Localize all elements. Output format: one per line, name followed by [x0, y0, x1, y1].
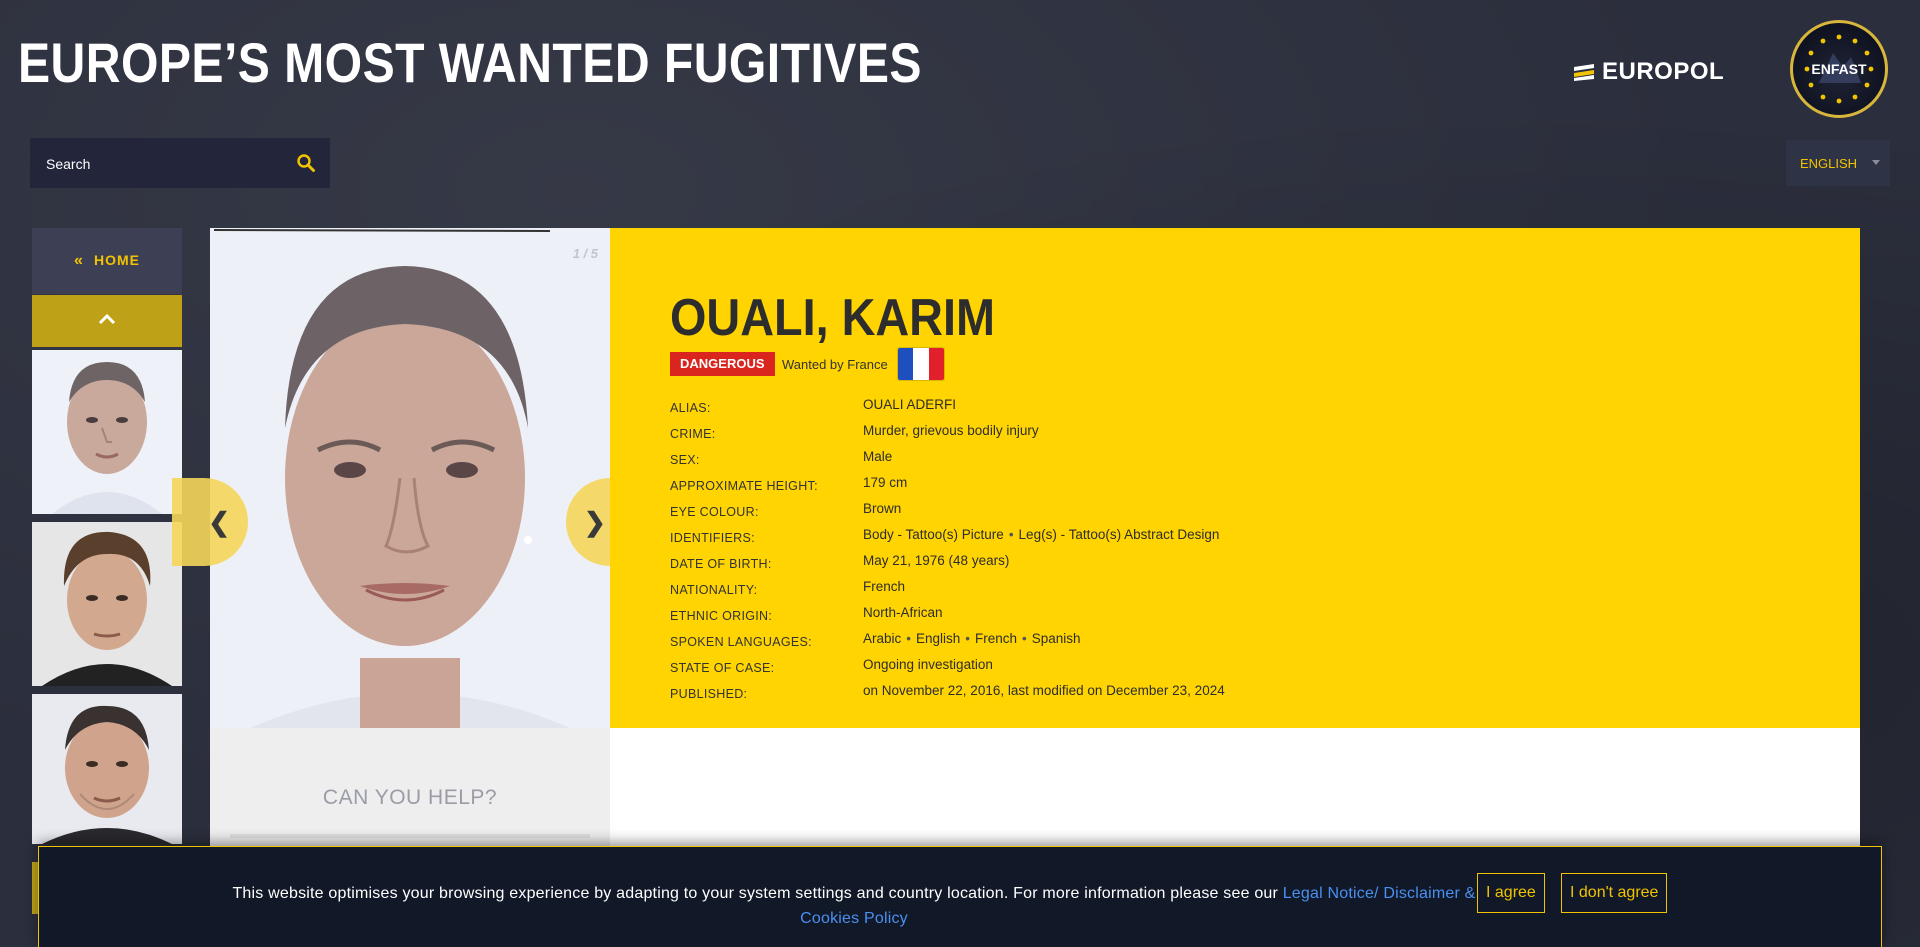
identifier-item: Leg(s) - Tattoo(s) Abstract Design	[1018, 527, 1220, 542]
field-value: 179 cm	[863, 475, 908, 490]
language-item: Spanish	[1031, 631, 1081, 646]
double-chevron-left-icon: «	[74, 252, 84, 269]
wanted-by-country: Wanted by France	[782, 357, 888, 372]
home-button-label: HOME	[93, 252, 140, 268]
field-label: Identifiers:	[670, 531, 755, 545]
france-flag-icon	[898, 348, 944, 380]
field-value: May 21, 1976 (48 years)	[863, 553, 1010, 568]
search-icon[interactable]	[296, 153, 316, 173]
field-label: Eye colour:	[670, 505, 759, 519]
field-value: Male	[863, 449, 893, 464]
site-title: EUROPE’S MOST WANTED FUGITIVES	[18, 31, 922, 94]
field-label: Crime:	[670, 427, 716, 441]
field-value: Body - Tattoo(s) Picture • Leg(s) - Tattoo…	[863, 527, 1219, 542]
search-input[interactable]	[44, 150, 288, 178]
portrait-brown-hair-man-icon	[32, 522, 182, 686]
field-label: Sex:	[670, 453, 700, 467]
scroll-up-button[interactable]	[32, 295, 182, 347]
bullet-separator: •	[965, 631, 971, 646]
fugitive-photo: 1 / 5	[210, 228, 610, 728]
enfast-logo-text: ENFAST	[1811, 61, 1867, 77]
thumbnail-fugitive-1[interactable]	[32, 350, 182, 514]
field-label: Nationality:	[670, 583, 758, 597]
bullet-separator: •	[906, 631, 911, 646]
chevron-up-icon	[98, 313, 116, 325]
help-divider	[230, 834, 590, 838]
field-label: Ethnic origin:	[670, 609, 773, 623]
language-selected-label: ENGLISH	[1800, 156, 1858, 171]
thumbnail-fugitive-2[interactable]	[32, 522, 182, 686]
photo-counter: 1 / 5	[572, 246, 598, 261]
field-label: Spoken languages:	[670, 635, 812, 649]
europol-emblem-icon	[1574, 64, 1594, 81]
fugitive-info-panel: OUALI, KARIM DANGEROUS Wanted by France …	[610, 228, 1860, 728]
chevron-right-icon: ❯	[584, 506, 606, 537]
portrait-bald-man-icon	[210, 228, 610, 728]
field-value: Ongoing investigation	[863, 657, 993, 672]
chevron-left-icon: ❮	[208, 506, 230, 537]
field-value: on November 22, 2016, last modified on D…	[863, 683, 1225, 698]
cookie-banner: This website optimises your browsing exp…	[38, 846, 1882, 947]
field-value: Brown	[863, 501, 902, 516]
bullet-separator: •	[1022, 631, 1027, 646]
field-value: Arabic • English • French • Spanish	[863, 631, 1081, 646]
bullet-separator: •	[1008, 527, 1014, 542]
language-item: Arabic	[863, 631, 902, 646]
field-label: Published:	[670, 687, 748, 701]
identifier-item: Body - Tattoo(s) Picture	[863, 527, 1004, 542]
field-label: Approximate height:	[670, 479, 818, 493]
field-label: Alias:	[670, 401, 711, 415]
field-value: French	[863, 579, 906, 594]
field-value: OUALI ADERFI	[863, 397, 957, 412]
disagree-button[interactable]: I don't agree	[1561, 873, 1668, 913]
europol-logo[interactable]: EUROPOL	[1572, 58, 1724, 86]
home-button[interactable]: « HOME	[32, 228, 182, 294]
agree-button[interactable]: I agree	[1477, 873, 1545, 913]
chevron-down-icon	[1872, 160, 1880, 165]
cookie-message: This website optimises your browsing exp…	[219, 881, 1489, 931]
field-value: Murder, grievous bodily injury	[863, 423, 1039, 438]
dangerous-badge: DANGEROUS	[670, 352, 775, 376]
language-item: English	[916, 631, 961, 646]
field-label: State of case:	[670, 661, 775, 675]
can-you-help-title: CAN YOU HELP?	[322, 786, 498, 809]
language-select[interactable]: ENGLISH	[1786, 140, 1890, 186]
language-item: French	[975, 631, 1018, 646]
portrait-bald-man-icon	[32, 350, 182, 514]
portrait-short-hair-man-icon	[32, 694, 182, 844]
field-label: Date of birth:	[670, 557, 772, 571]
search-box	[30, 138, 330, 188]
field-value: North-African	[863, 605, 943, 620]
fugitive-name: OUALI, KARIM	[670, 289, 995, 347]
europol-logo-text: EUROPOL	[1602, 58, 1725, 85]
thumbnail-fugitive-3[interactable]	[32, 694, 182, 844]
enfast-logo[interactable]: ENFAST	[1790, 20, 1888, 118]
cookie-message-text: This website optimises your browsing exp…	[232, 885, 1283, 902]
